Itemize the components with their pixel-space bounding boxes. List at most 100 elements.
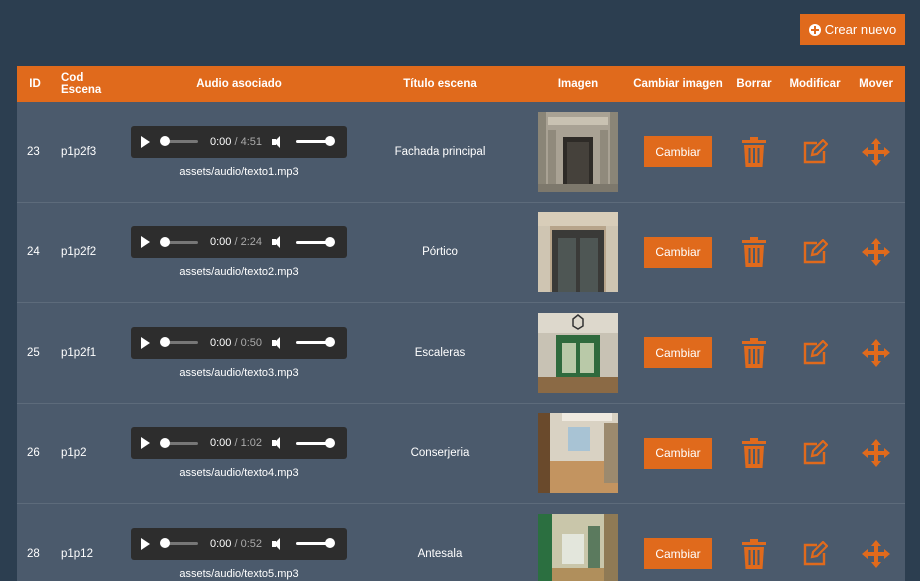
header-move: Mover xyxy=(859,78,893,90)
cell-modify xyxy=(783,303,847,403)
scene-thumbnail xyxy=(538,513,618,581)
cell-change: Cambiar xyxy=(631,303,725,403)
volume-icon[interactable] xyxy=(272,236,286,249)
header-modify: Modificar xyxy=(789,78,841,90)
cell-change: Cambiar xyxy=(631,504,725,581)
move-arrows-icon[interactable] xyxy=(862,439,890,468)
cell-change: Cambiar xyxy=(631,203,725,303)
volume-icon[interactable] xyxy=(272,537,286,550)
edit-icon[interactable] xyxy=(802,540,828,567)
audio-player[interactable]: 0:00 / 2:24 xyxy=(131,226,347,259)
trash-icon[interactable] xyxy=(741,136,767,167)
header-change-image: Cambiar imagen xyxy=(633,78,723,90)
volume-slider[interactable] xyxy=(296,337,336,348)
trash-icon[interactable] xyxy=(741,237,767,268)
audio-player[interactable]: 0:00 / 4:51 xyxy=(131,125,347,158)
cell-audio: 0:00 / 0:50 assets/audio/texto3.mp3 xyxy=(123,303,355,403)
change-image-button[interactable]: Cambiar xyxy=(644,437,712,469)
current-time: 0:00 xyxy=(210,135,232,148)
header-image: Imagen xyxy=(557,78,599,90)
audio-time: 0:00 / 1:02 xyxy=(210,437,262,449)
volume-slider[interactable] xyxy=(296,437,336,448)
header-delete: Borrar xyxy=(736,78,772,90)
audio-player[interactable]: 0:00 / 1:02 xyxy=(131,427,347,460)
volume-icon[interactable] xyxy=(272,135,286,148)
volume-slider[interactable] xyxy=(296,236,336,247)
volume-icon[interactable] xyxy=(272,336,286,349)
edit-icon[interactable] xyxy=(802,440,828,466)
cell-delete xyxy=(725,102,783,202)
id-value: 24 xyxy=(27,246,40,259)
edit-icon[interactable] xyxy=(802,138,828,165)
volume-icon[interactable] xyxy=(272,437,286,450)
duration-value: 0:50 xyxy=(240,336,263,349)
cell-audio: 0:00 / 2:24 assets/audio/texto2.mp3 xyxy=(123,203,355,303)
table-row: 26 p1p2 0:00 / 1:02 assets/audio/texto4.… xyxy=(17,404,905,504)
scene-title: Conserjeria xyxy=(410,447,470,460)
edit-icon[interactable] xyxy=(802,339,828,366)
seek-slider[interactable] xyxy=(160,337,198,348)
volume-slider[interactable] xyxy=(296,136,336,147)
duration-text: / 2:24 xyxy=(231,236,263,249)
play-icon[interactable] xyxy=(141,537,150,550)
plus-circle-icon xyxy=(808,23,821,36)
cell-id: 28 xyxy=(17,504,53,581)
seek-slider[interactable] xyxy=(160,236,198,247)
seek-slider[interactable] xyxy=(160,437,198,448)
cell-delete xyxy=(725,303,783,403)
audio-player[interactable]: 0:00 / 0:50 xyxy=(131,326,347,359)
volume-slider[interactable] xyxy=(296,538,336,549)
play-icon[interactable] xyxy=(141,437,150,450)
play-icon[interactable] xyxy=(141,336,150,349)
current-time: 0:00 xyxy=(210,537,232,550)
id-value: 26 xyxy=(27,447,40,460)
cell-cod: p1p12 xyxy=(53,504,123,581)
seek-slider[interactable] xyxy=(160,136,198,147)
scene-thumbnail xyxy=(538,413,618,494)
cell-id: 23 xyxy=(17,102,53,202)
create-new-button[interactable]: Crear nuevo xyxy=(800,14,905,45)
cell-change: Cambiar xyxy=(631,404,725,504)
audio-time: 0:00 / 2:24 xyxy=(210,236,262,248)
scene-title: Pórtico xyxy=(422,246,458,259)
scene-title: Escaleras xyxy=(414,346,466,359)
cell-modify xyxy=(783,504,847,581)
change-image-button[interactable]: Cambiar xyxy=(644,136,712,168)
cod-value: p1p2f2 xyxy=(61,246,97,259)
cod-value: p1p2f1 xyxy=(61,346,97,359)
duration-value: 2:24 xyxy=(240,236,263,249)
cell-modify xyxy=(783,203,847,303)
cell-id: 25 xyxy=(17,303,53,403)
seek-slider[interactable] xyxy=(160,538,198,549)
move-arrows-icon[interactable] xyxy=(862,238,890,267)
audio-path: assets/audio/texto2.mp3 xyxy=(179,266,299,279)
header-title: Título escena xyxy=(403,78,477,90)
duration-value: 1:02 xyxy=(240,437,263,450)
change-image-button[interactable]: Cambiar xyxy=(644,337,712,369)
cod-value: p1p2 xyxy=(61,447,87,460)
audio-path: assets/audio/texto5.mp3 xyxy=(179,567,299,580)
play-icon[interactable] xyxy=(141,236,150,249)
table-row: 24 p1p2f2 0:00 / 2:24 assets/audio/texto… xyxy=(17,203,905,303)
change-image-button[interactable]: Cambiar xyxy=(644,236,712,268)
cell-delete xyxy=(725,504,783,581)
change-image-button[interactable]: Cambiar xyxy=(644,538,712,570)
cell-image xyxy=(525,303,631,403)
trash-icon[interactable] xyxy=(741,538,767,569)
edit-icon[interactable] xyxy=(802,239,828,265)
play-icon[interactable] xyxy=(141,135,150,148)
cell-audio: 0:00 / 4:51 assets/audio/texto1.mp3 xyxy=(123,102,355,202)
move-arrows-icon[interactable] xyxy=(862,338,890,367)
move-arrows-icon[interactable] xyxy=(862,137,890,166)
audio-player[interactable]: 0:00 / 0:52 xyxy=(131,527,347,560)
cell-cod: p1p2 xyxy=(53,404,123,504)
id-value: 28 xyxy=(27,547,40,560)
current-time: 0:00 xyxy=(210,236,232,249)
trash-icon[interactable] xyxy=(741,438,767,469)
move-arrows-icon[interactable] xyxy=(862,539,890,568)
cell-move xyxy=(847,504,905,581)
trash-icon[interactable] xyxy=(741,337,767,368)
scene-thumbnail xyxy=(538,212,618,293)
scene-title: Antesala xyxy=(417,547,463,560)
table-row: 23 p1p2f3 0:00 / 4:51 assets/audio/texto… xyxy=(17,102,905,203)
